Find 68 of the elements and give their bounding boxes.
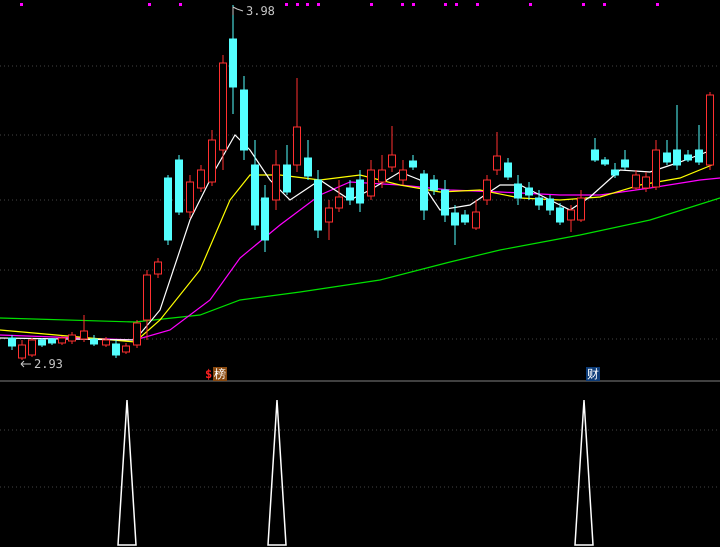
candlestick	[8, 334, 16, 350]
arrow-icon	[20, 359, 32, 369]
candlestick	[577, 190, 585, 222]
signal-icon: $	[205, 367, 212, 381]
candlestick	[621, 150, 629, 170]
candlestick	[102, 336, 110, 348]
signal-badge: 财	[586, 367, 600, 381]
candlestick	[335, 180, 343, 212]
candlestick	[493, 132, 501, 176]
candlestick	[673, 104, 681, 170]
candlestick	[80, 314, 88, 342]
candlestick	[378, 154, 386, 188]
candlestick	[261, 184, 269, 252]
candlestick	[272, 150, 280, 210]
candlestick	[367, 160, 375, 200]
signal-badge: 榜	[213, 367, 228, 381]
candlestick	[48, 338, 56, 346]
candlestick	[314, 170, 322, 238]
price-label: 2.93	[34, 357, 63, 371]
candlestick	[642, 172, 650, 192]
candlestick	[611, 162, 619, 178]
candlestick	[197, 164, 205, 192]
candlestick	[399, 160, 407, 186]
candlestick	[472, 200, 480, 230]
candlestick	[38, 338, 46, 348]
candlestick	[684, 150, 692, 162]
candlestick	[663, 140, 671, 166]
candlestick	[632, 170, 640, 190]
candlestick	[154, 258, 162, 278]
candlestick	[461, 210, 469, 226]
candlestick	[325, 200, 333, 240]
arrow-icon	[232, 6, 244, 16]
candlestick	[441, 180, 449, 222]
candlestick	[304, 140, 312, 180]
candlestick	[525, 182, 533, 200]
candlestick	[356, 170, 364, 212]
candlestick	[208, 130, 216, 186]
candlestick	[133, 320, 141, 348]
candlestick	[175, 154, 183, 216]
candlestick	[18, 340, 26, 360]
candlestick	[90, 334, 98, 346]
candlestick	[409, 154, 417, 170]
candlestick	[591, 138, 599, 162]
candlestick	[504, 158, 512, 180]
candlestick	[430, 174, 438, 196]
candlestick	[420, 170, 428, 220]
candlestick	[451, 204, 459, 246]
candlestick	[514, 174, 522, 206]
candlestick	[601, 156, 609, 166]
candlestick	[68, 332, 76, 344]
candlestick	[483, 174, 491, 206]
candlestick	[164, 174, 172, 246]
candlestick	[567, 204, 575, 232]
candlestick	[535, 190, 543, 210]
candlestick	[186, 174, 194, 218]
candlestick	[346, 180, 354, 206]
candlestick	[652, 140, 660, 190]
candlestick	[546, 194, 554, 216]
price-label: 3.98	[246, 4, 275, 18]
candlestick	[283, 144, 291, 196]
candlestick	[695, 124, 703, 166]
candlestick	[556, 202, 564, 226]
candlestick	[388, 126, 396, 172]
candlestick	[143, 270, 151, 340]
candlestick	[122, 342, 130, 354]
candlestick	[112, 340, 120, 358]
candlestick	[58, 336, 66, 346]
candlestick	[28, 338, 36, 358]
